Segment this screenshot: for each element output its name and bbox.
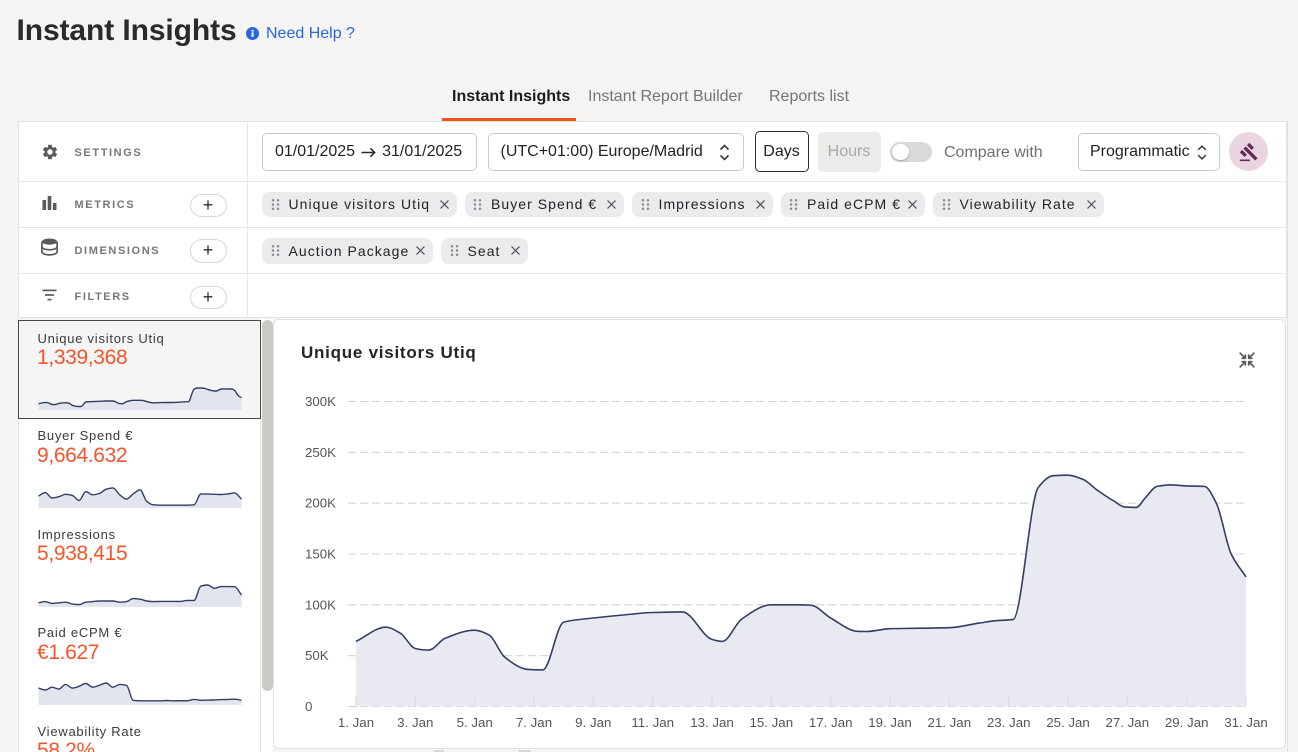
svg-text:5. Jan: 5. Jan bbox=[457, 715, 493, 730]
svg-text:50K: 50K bbox=[305, 648, 329, 663]
svg-text:300K: 300K bbox=[305, 394, 336, 409]
svg-text:27. Jan: 27. Jan bbox=[1105, 715, 1149, 730]
svg-text:100K: 100K bbox=[305, 597, 336, 612]
svg-text:31. Jan: 31. Jan bbox=[1224, 715, 1268, 730]
svg-text:13. Jan: 13. Jan bbox=[690, 715, 734, 730]
svg-text:200K: 200K bbox=[305, 496, 336, 511]
svg-text:25. Jan: 25. Jan bbox=[1046, 715, 1090, 730]
svg-text:21. Jan: 21. Jan bbox=[927, 715, 971, 730]
svg-text:250K: 250K bbox=[305, 445, 336, 460]
svg-text:1. Jan: 1. Jan bbox=[338, 715, 374, 730]
svg-text:29. Jan: 29. Jan bbox=[1165, 715, 1209, 730]
svg-text:23. Jan: 23. Jan bbox=[987, 715, 1031, 730]
svg-text:11. Jan: 11. Jan bbox=[631, 715, 674, 730]
svg-text:0: 0 bbox=[305, 699, 312, 714]
svg-text:7. Jan: 7. Jan bbox=[516, 715, 552, 730]
svg-text:17. Jan: 17. Jan bbox=[809, 715, 853, 730]
svg-text:9. Jan: 9. Jan bbox=[575, 715, 611, 730]
svg-text:15. Jan: 15. Jan bbox=[749, 715, 793, 730]
svg-text:3. Jan: 3. Jan bbox=[397, 715, 433, 730]
svg-text:19. Jan: 19. Jan bbox=[868, 715, 912, 730]
svg-text:150K: 150K bbox=[305, 547, 336, 562]
